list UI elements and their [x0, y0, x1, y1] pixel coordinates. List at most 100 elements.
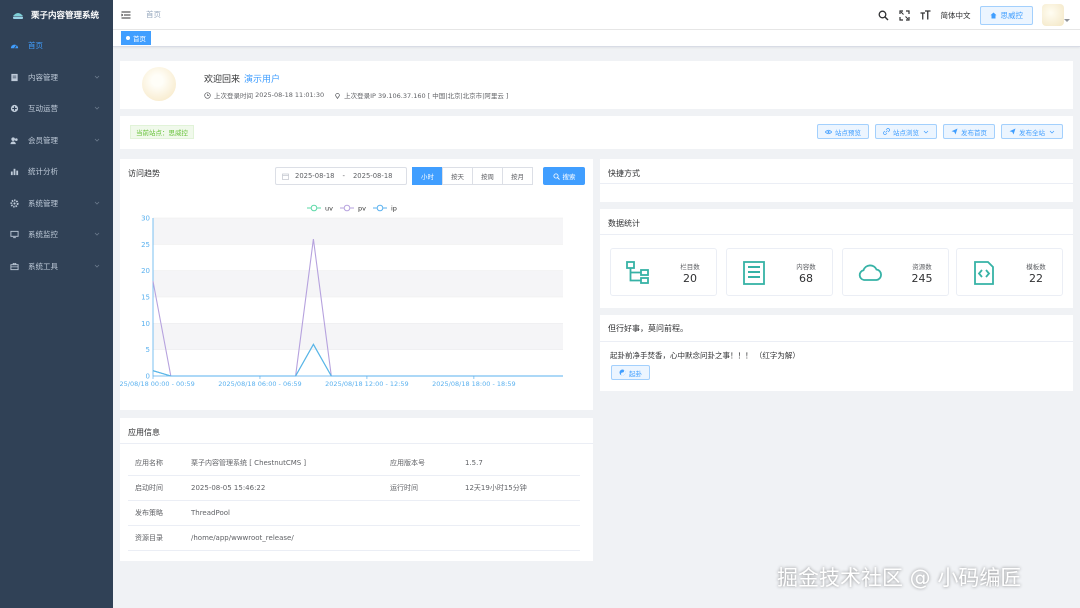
search-icon[interactable] [878, 10, 889, 21]
hamburger-icon[interactable] [121, 10, 131, 20]
logo-text: 栗子内容管理系统 [31, 11, 100, 21]
welcome-card: 欢迎回来 演示用户 上次登录时间 2025-08-18 11:01:30 上次登录… [120, 61, 1073, 109]
segment-month[interactable]: 按月 [502, 167, 533, 185]
table-row: 应用名称 栗子内容管理系统 [ ChestnutCMS ] 应用版本号 1.5.… [128, 451, 580, 476]
sidebar-item-monitor[interactable]: 系统监控 [0, 219, 113, 251]
sidebar-item-label: 系统管理 [28, 198, 58, 208]
table-row: 发布策略 ThreadPool [128, 501, 580, 526]
search-icon [553, 173, 560, 180]
grid-band [153, 270, 563, 297]
site-switch-button[interactable]: 思威控 [979, 5, 1033, 25]
toolbox-icon [10, 262, 19, 270]
send-icon [951, 128, 958, 135]
sidebar-item-content[interactable]: 内容管理 [0, 62, 113, 94]
stat-content-count[interactable]: 内容数 68 [726, 248, 833, 296]
x-tick-label: 2025/08/18 18:00 - 18:59 [432, 380, 515, 388]
sidebar-item-home[interactable]: 首页 [0, 30, 113, 62]
stat-resource-count[interactable]: 资源数 245 [842, 248, 949, 296]
code-file-icon [974, 261, 994, 285]
chevron-down-icon [1049, 130, 1055, 133]
sidebar-item-label: 互动运营 [28, 104, 58, 114]
stat-value: 20 [683, 272, 697, 285]
site-action-bar: 当前站点：思威控 站点预览 站点浏览 发布首页 发布全站 [120, 116, 1073, 149]
stat-label: 栏目数 [680, 263, 700, 271]
legend-label-uv: uv [325, 205, 333, 213]
legend-label-pv: pv [358, 205, 366, 213]
clock-icon [204, 91, 211, 99]
stat-label: 内容数 [796, 263, 816, 271]
site-preview-button[interactable]: 站点预览 [817, 124, 869, 139]
start-date: 2025-08-18 [295, 172, 335, 180]
header-right: 简体中文 思威控 [878, 0, 1080, 30]
stat-value: 22 [1029, 272, 1043, 285]
publish-home-button[interactable]: 发布首页 [943, 124, 995, 139]
table-row: 资源目录 /home/app/wwwroot_release/ [128, 526, 580, 551]
language-switch[interactable]: 简体中文 [941, 10, 971, 21]
y-tick-label: 20 [141, 267, 150, 275]
stat-label: 资源数 [912, 263, 932, 271]
font-size-icon[interactable] [920, 9, 931, 21]
login-meta: 上次登录时间 2025-08-18 11:01:30 上次登录IP 39.106… [204, 90, 508, 100]
data-stats-card: 数据统计 栏目数 20 内容数 68 资源数 245 模板数 22 [600, 209, 1073, 308]
logo[interactable]: 栗子内容管理系统 [0, 0, 113, 30]
search-button[interactable]: 搜索 [543, 167, 585, 185]
segment-day[interactable]: 按天 [442, 167, 473, 185]
y-tick-label: 25 [141, 241, 150, 249]
segment-hour[interactable]: 小时 [412, 167, 443, 185]
legend-marker-uv [310, 204, 318, 212]
grid-band [153, 218, 563, 245]
sidebar-item-label: 系统监控 [28, 230, 58, 240]
motto-card: 但行好事，莫问前程。 起卦前净手焚香，心中默念问卦之事！！！ （红字为解） 起卦 [600, 315, 1073, 391]
sidebar: 栗子内容管理系统 首页 内容管理 互动运营 会员管理 统计分析 系统管理 系统监… [0, 0, 113, 608]
sidebar-item-interact[interactable]: 互动运营 [0, 93, 113, 125]
chevron-down-icon [94, 232, 100, 236]
breadcrumb[interactable]: 首页 [146, 9, 161, 20]
table-row: 启动时间 2025-08-05 15:46:22 运行时间 12天19小时15分… [128, 476, 580, 501]
sidebar-item-statistics[interactable]: 统计分析 [0, 156, 113, 188]
site-actions: 站点预览 站点浏览 发布首页 发布全站 [811, 124, 1063, 139]
eye-icon [825, 129, 832, 134]
stat-value: 245 [911, 272, 933, 285]
divider [600, 341, 1073, 342]
username-link[interactable]: 演示用户 [244, 75, 280, 85]
sidebar-item-tools[interactable]: 系统工具 [0, 251, 113, 283]
segment-week[interactable]: 按周 [472, 167, 503, 185]
stat-label: 模板数 [1026, 263, 1046, 271]
site-browse-button[interactable]: 站点浏览 [875, 124, 937, 139]
sidebar-item-label: 首页 [28, 41, 43, 51]
chevron-down-icon [94, 138, 100, 142]
x-tick-label: 2025/08/18 00:00 - 00:59 [120, 380, 195, 388]
gear-icon [10, 199, 19, 208]
sidebar-item-label: 系统工具 [28, 261, 58, 271]
cloud-icon [858, 264, 882, 281]
divination-button[interactable]: 起卦 [611, 365, 650, 380]
caret-down-icon[interactable] [1064, 19, 1070, 22]
current-site-badge: 当前站点：思威控 [130, 125, 194, 139]
chevron-down-icon [94, 75, 100, 79]
card-title: 应用信息 [128, 428, 160, 437]
logo-icon [13, 13, 23, 19]
stat-value: 68 [799, 272, 813, 285]
sidebar-item-members[interactable]: 会员管理 [0, 125, 113, 157]
legend-marker-ip [376, 204, 384, 212]
interact-icon [10, 105, 19, 113]
users-icon [10, 137, 18, 144]
tree-icon [626, 261, 649, 284]
stat-template-count[interactable]: 模板数 22 [956, 248, 1063, 296]
y-tick-label: 10 [141, 320, 150, 328]
motto-text: 起卦前净手焚香，心中默念问卦之事！！！ （红字为解） [610, 351, 800, 360]
fullscreen-icon[interactable] [898, 9, 910, 21]
y-tick-label: 5 [146, 346, 150, 354]
sidebar-item-system[interactable]: 系统管理 [0, 188, 113, 220]
stat-catalog-count[interactable]: 栏目数 20 [610, 248, 717, 296]
divider [600, 183, 1073, 184]
publish-site-button[interactable]: 发布全站 [1001, 124, 1063, 139]
divider [120, 443, 593, 444]
date-range-picker[interactable]: 2025-08-18 - 2025-08-18 [275, 167, 407, 185]
sidebar-item-label: 内容管理 [28, 72, 58, 82]
yin-yang-icon [619, 369, 626, 376]
end-date: 2025-08-18 [352, 172, 393, 180]
tag-home[interactable]: 首页 [121, 31, 151, 45]
home-icon [990, 12, 996, 18]
user-avatar[interactable] [1042, 4, 1064, 26]
